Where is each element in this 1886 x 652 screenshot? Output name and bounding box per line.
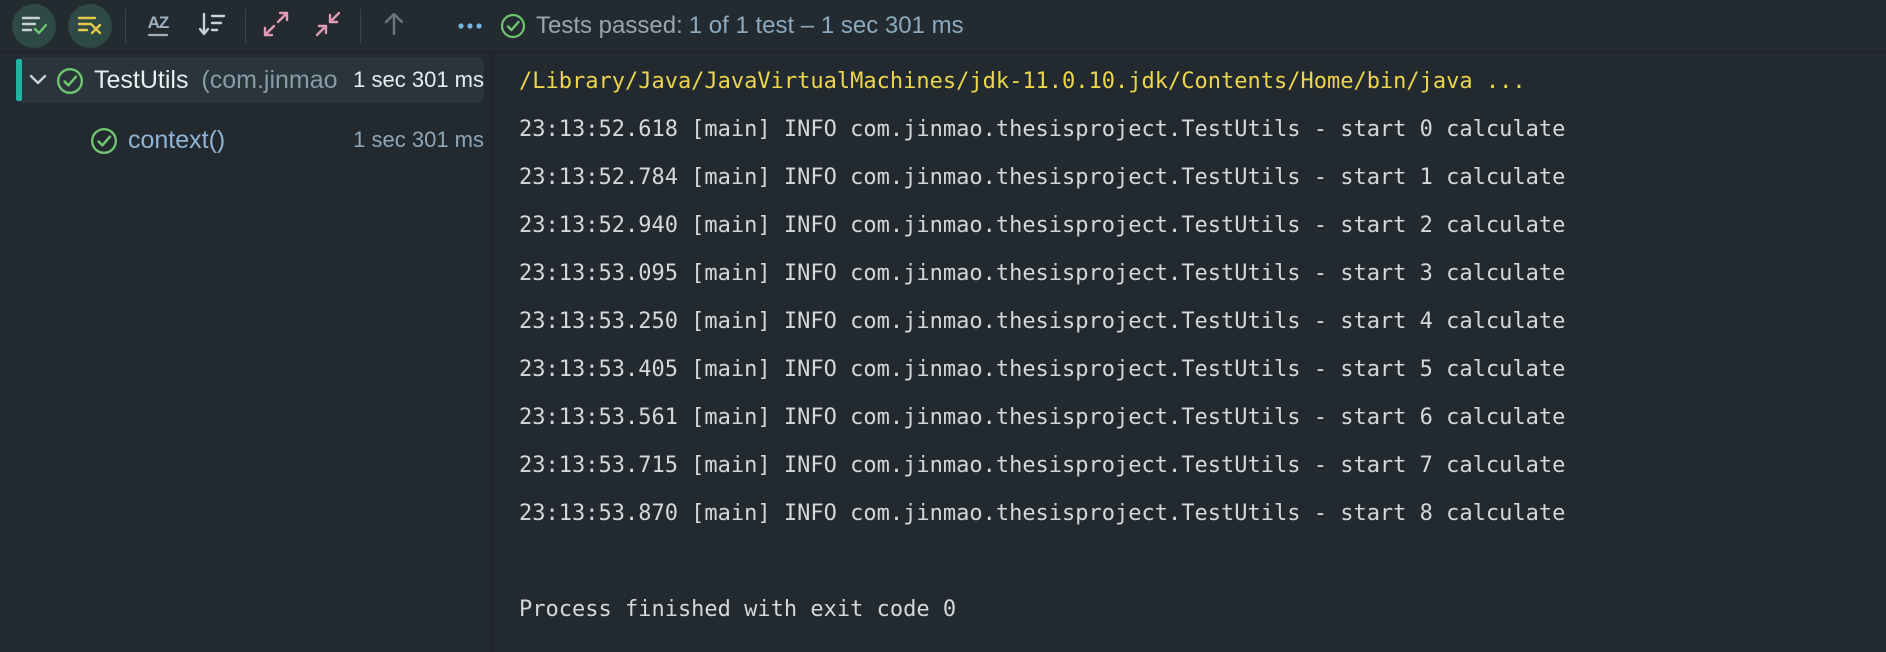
chevron-down-icon[interactable] bbox=[26, 68, 50, 92]
test-class-name: TestUtils bbox=[94, 66, 189, 94]
tree-item-label: TestUtils (com.jinmao bbox=[94, 57, 354, 103]
test-tree: TestUtils (com.jinmao 1 sec 301 ms conte… bbox=[0, 53, 493, 652]
arrow-up-icon bbox=[382, 11, 406, 42]
console-line: 23:13:52.940 [main] INFO com.jinmao.thes… bbox=[519, 213, 1566, 238]
console-exit-line: Process finished with exit code 0 bbox=[519, 597, 957, 622]
expand-all-button[interactable] bbox=[254, 4, 298, 48]
sort-duration-icon bbox=[198, 11, 226, 42]
show-ignored-button[interactable] bbox=[68, 4, 112, 48]
test-toolbar: AZ Tests passed: 1 of 1 test – 1 sec 301… bbox=[0, 0, 1886, 53]
console-line: 23:13:52.784 [main] INFO com.jinmao.thes… bbox=[519, 165, 1566, 190]
test-class-package: (com.jinmao bbox=[201, 66, 338, 94]
toolbar-separator bbox=[125, 9, 126, 43]
passed-check-icon bbox=[500, 13, 526, 39]
console-command-line: /Library/Java/JavaVirtualMachines/jdk-11… bbox=[519, 69, 1526, 94]
previous-failed-button[interactable] bbox=[372, 4, 416, 48]
list-x-icon bbox=[77, 13, 103, 40]
toolbar-separator bbox=[360, 9, 361, 43]
console-line: 23:13:53.095 [main] INFO com.jinmao.thes… bbox=[519, 261, 1566, 286]
console-line: 23:13:53.250 [main] INFO com.jinmao.thes… bbox=[519, 309, 1566, 334]
sort-by-duration-button[interactable] bbox=[190, 4, 234, 48]
sort-az-glyph: AZ bbox=[147, 13, 170, 32]
toolbar-separator bbox=[245, 9, 246, 43]
console-line: 23:13:52.618 [main] INFO com.jinmao.thes… bbox=[519, 117, 1566, 142]
console-output[interactable]: /Library/Java/JavaVirtualMachines/jdk-11… bbox=[493, 53, 1886, 652]
console-line: 23:13:53.715 [main] INFO com.jinmao.thes… bbox=[519, 453, 1566, 478]
expand-icon bbox=[262, 10, 290, 43]
passed-check-icon bbox=[56, 67, 84, 95]
status-count: 1 of 1 test – 1 sec 301 ms bbox=[688, 12, 964, 39]
console-line: 23:13:53.405 [main] INFO com.jinmao.thes… bbox=[519, 357, 1566, 382]
more-icon bbox=[458, 17, 482, 35]
collapse-all-button[interactable] bbox=[306, 4, 350, 48]
console-line: 23:13:53.870 [main] INFO com.jinmao.thes… bbox=[519, 501, 1566, 526]
passed-check-icon bbox=[90, 127, 118, 155]
test-method-name: context() bbox=[128, 126, 226, 154]
test-duration: 1 sec 301 ms bbox=[353, 67, 484, 92]
status-label: Tests passed: bbox=[536, 12, 683, 39]
tree-item-testutils[interactable]: TestUtils (com.jinmao 1 sec 301 ms bbox=[16, 57, 484, 103]
test-runner-window: AZ Tests passed: 1 of 1 test – 1 sec 301… bbox=[0, 0, 1886, 652]
test-duration: 1 sec 301 ms bbox=[353, 127, 484, 152]
tree-item-context[interactable]: context() 1 sec 301 ms bbox=[16, 117, 484, 163]
selection-indicator bbox=[16, 59, 22, 101]
test-status: Tests passed: 1 of 1 test – 1 sec 301 ms bbox=[500, 9, 964, 43]
sort-az-icon: AZ bbox=[147, 14, 169, 38]
list-check-icon bbox=[21, 13, 48, 40]
collapse-icon bbox=[314, 10, 342, 43]
show-passed-button[interactable] bbox=[12, 4, 56, 48]
console-line: 23:13:53.561 [main] INFO com.jinmao.thes… bbox=[519, 405, 1566, 430]
more-options-button[interactable] bbox=[448, 4, 492, 48]
sort-alphabetically-button[interactable]: AZ bbox=[136, 4, 180, 48]
